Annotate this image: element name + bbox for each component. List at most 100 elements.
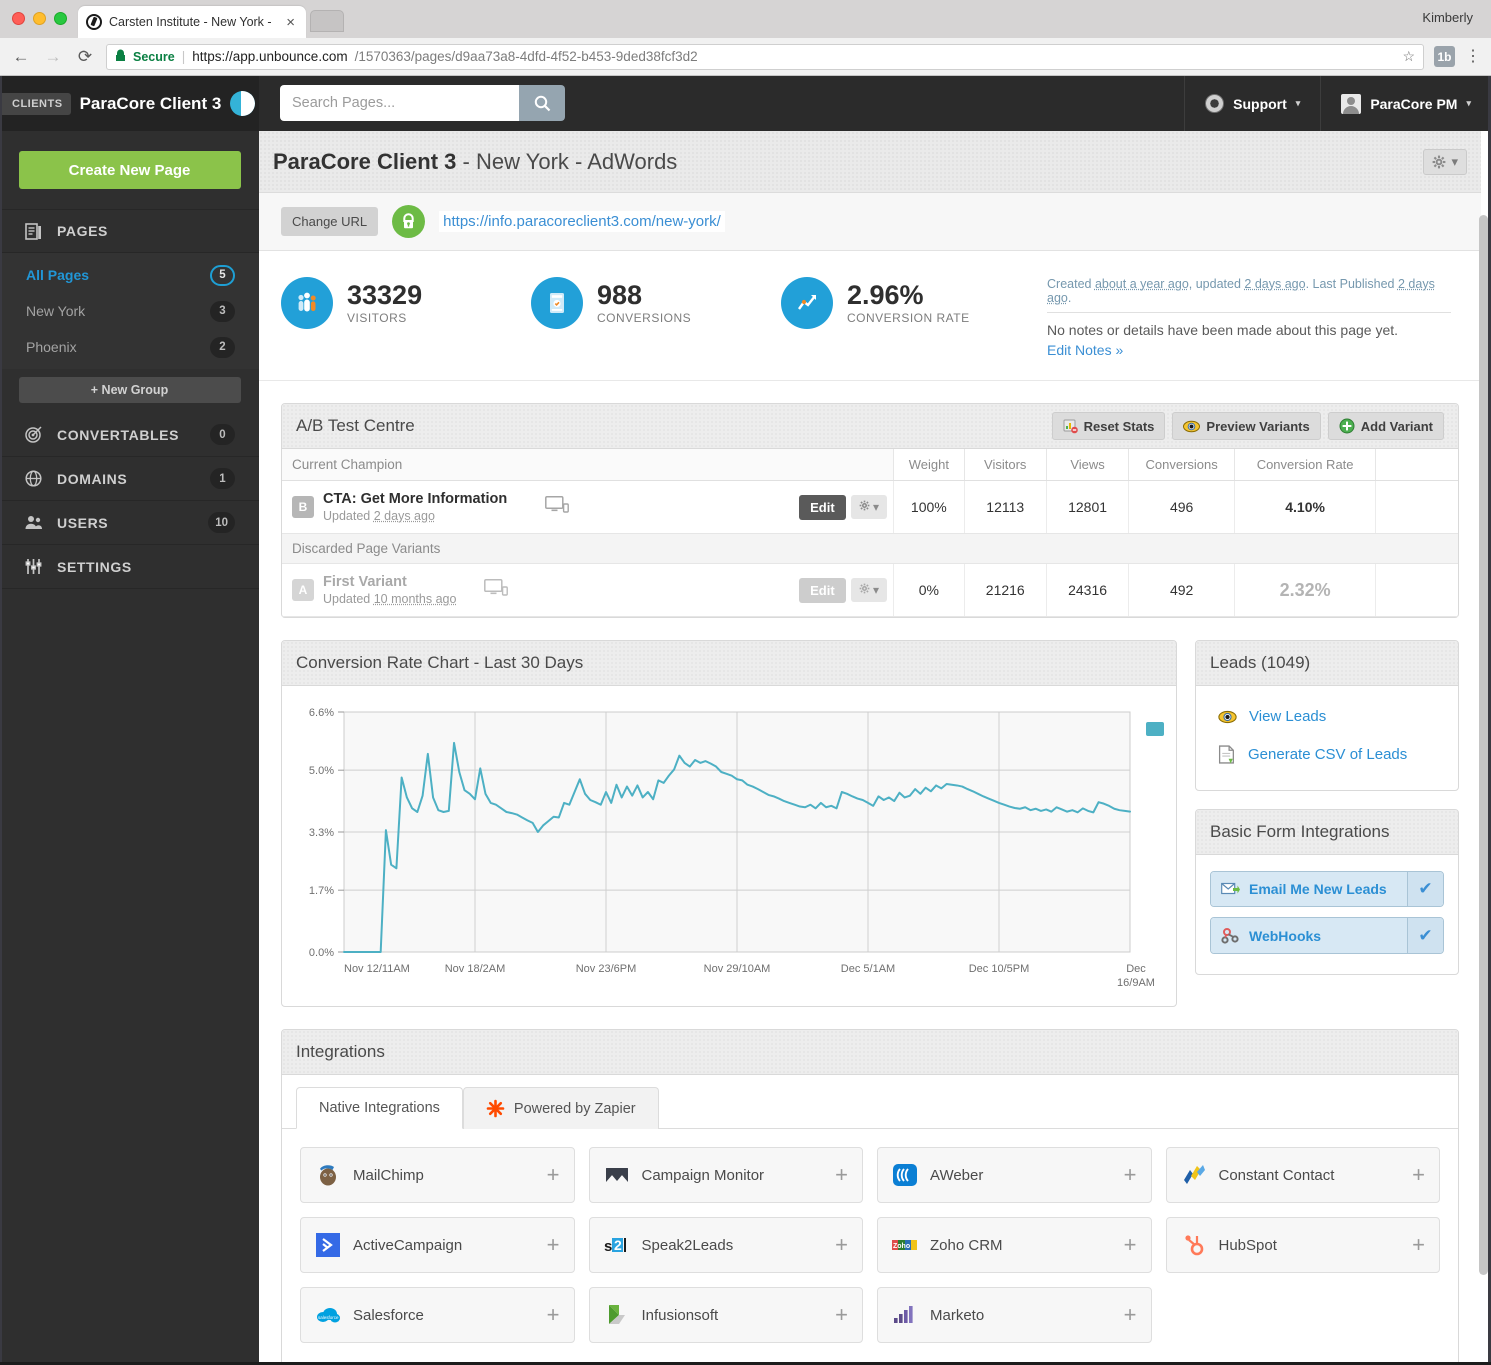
browser-menu-icon[interactable]: ⋮ <box>1465 49 1481 65</box>
integration-card-activecampaign[interactable]: ActiveCampaign + <box>300 1217 575 1273</box>
sidebar-item-pages[interactable]: PAGES <box>0 209 259 253</box>
infusionsoft-logo <box>604 1302 630 1328</box>
add-integration-icon[interactable]: + <box>835 1164 848 1186</box>
integration-name: Salesforce <box>353 1306 424 1324</box>
support-menu[interactable]: Support ▾ <box>1184 76 1320 131</box>
sidebar-item-users[interactable]: USERS 10 <box>0 501 259 545</box>
integration-card-speak2leads[interactable]: s2 Speak2Leads + <box>588 1217 863 1273</box>
add-integration-icon[interactable]: + <box>1124 1304 1137 1326</box>
extension-icon[interactable]: 1b <box>1434 46 1455 67</box>
page-url-link[interactable]: https://info.paracoreclient3.com/new-yor… <box>439 211 725 232</box>
back-icon[interactable]: ← <box>10 46 32 68</box>
page-settings-menu[interactable]: ▾ <box>1423 148 1467 175</box>
add-integration-icon[interactable]: + <box>547 1304 560 1326</box>
tab-native-integrations[interactable]: Native Integrations <box>296 1087 463 1129</box>
eye-icon <box>1218 710 1237 723</box>
close-icon[interactable]: × <box>283 15 298 30</box>
integration-card-aweber[interactable]: AWeber + <box>877 1147 1152 1203</box>
scrollbar-thumb[interactable] <box>1479 215 1488 1275</box>
globe-icon <box>24 469 43 488</box>
integration-card-marketo[interactable]: Marketo + <box>877 1287 1152 1343</box>
cell-views: 12801 <box>1045 480 1129 534</box>
add-variant-button[interactable]: Add Variant <box>1327 412 1444 440</box>
create-new-page-button[interactable]: Create New Page <box>18 151 241 189</box>
target-icon <box>24 425 43 444</box>
forward-icon[interactable]: → <box>42 46 64 68</box>
cell-conversions: 496 <box>1128 480 1235 534</box>
view-leads-link[interactable]: View Leads <box>1196 698 1458 735</box>
integration-card-mailchimp[interactable]: MailChimp + <box>300 1147 575 1203</box>
ab-table-body: B CTA: Get More Information Updated 2 da… <box>282 480 1458 617</box>
add-integration-icon[interactable]: + <box>1124 1234 1137 1256</box>
browser-address-bar[interactable]: Secure | https://app.unbounce.com/157036… <box>106 43 1424 70</box>
variant-name-inner: A First Variant Updated 10 months ago Ed… <box>292 574 888 606</box>
reload-icon[interactable]: ⟳ <box>74 46 96 68</box>
variant-updated-prefix: Updated <box>323 592 374 606</box>
svg-text:salesforce: salesforce <box>318 1315 339 1320</box>
sidebar-item-settings[interactable]: SETTINGS <box>0 545 259 589</box>
edit-variant-button[interactable]: Edit <box>799 577 846 603</box>
leads-title: Leads (1049) <box>1210 653 1311 672</box>
svg-text:s: s <box>604 1238 612 1255</box>
tab-powered-by-zapier[interactable]: Powered by Zapier <box>462 1087 659 1129</box>
integration-card-hubspot[interactable]: HubSpot + <box>1165 1217 1440 1273</box>
sidebar-item-convertables[interactable]: CONVERTABLES 0 <box>0 413 259 457</box>
add-integration-icon[interactable]: + <box>835 1234 848 1256</box>
sidebar-item-domains[interactable]: DOMAINS 1 <box>0 457 259 501</box>
zapier-icon <box>486 1099 505 1118</box>
tab-label: Native Integrations <box>319 1100 440 1116</box>
chart-header: Conversion Rate Chart - Last 30 Days <box>282 641 1176 686</box>
add-integration-icon[interactable]: + <box>547 1164 560 1186</box>
add-integration-icon[interactable]: + <box>835 1304 848 1326</box>
search-button[interactable] <box>519 85 565 121</box>
sliders-icon <box>24 557 43 576</box>
search-input[interactable] <box>280 85 519 121</box>
add-integration-icon[interactable]: + <box>1412 1164 1425 1186</box>
sidebar-subitem-new-york[interactable]: New York 3 <box>0 293 259 329</box>
variant-updated: Updated 10 months ago <box>323 592 456 606</box>
chart-body: 6.6% 5.0% 3.3% 1.7% 0.0% Nov 12/11AM Nov 18/2A… <box>282 686 1243 1006</box>
browser-tab-active[interactable]: Carsten Institute - New York - × <box>78 6 306 38</box>
add-integration-icon[interactable]: + <box>1412 1234 1425 1256</box>
webhook-icon <box>1221 928 1239 944</box>
integration-card-infusionsoft[interactable]: Infusionsoft + <box>588 1287 863 1343</box>
integration-card-campaign-monitor[interactable]: Campaign Monitor + <box>588 1147 863 1203</box>
table-row[interactable]: A First Variant Updated 10 months ago Ed… <box>282 563 1458 617</box>
edit-notes-link[interactable]: Edit Notes » <box>1047 342 1123 358</box>
browser-tab-inactive[interactable] <box>310 10 344 32</box>
variant-settings-button[interactable]: ▾ <box>850 495 888 519</box>
reset-stats-button[interactable]: Reset Stats <box>1051 412 1166 440</box>
sidebar-subitem-all-pages[interactable]: All Pages 5 <box>0 257 259 293</box>
sidebar-subitem-phoenix[interactable]: Phoenix 2 <box>0 329 259 365</box>
new-group-button[interactable]: + New Group <box>18 377 241 403</box>
account-menu[interactable]: ParaCore PM ▾ <box>1320 76 1491 131</box>
email-icon <box>1221 882 1240 894</box>
minimize-window-button[interactable] <box>33 12 46 25</box>
preview-variants-button[interactable]: Preview Variants <box>1172 412 1321 440</box>
chevron-down-icon: ▾ <box>1451 153 1458 169</box>
main-scrollbar[interactable] <box>1479 215 1488 1355</box>
add-integration-icon[interactable]: + <box>1124 1164 1137 1186</box>
svg-text:Nov 18/2AM: Nov 18/2AM <box>445 963 506 975</box>
close-window-button[interactable] <box>12 12 25 25</box>
browser-toolbar: ← → ⟳ Secure | https://app.unbounce.com /… <box>0 38 1491 76</box>
integration-card-constant-contact[interactable]: Constant Contact + <box>1165 1147 1440 1203</box>
change-url-button[interactable]: Change URL <box>281 207 379 236</box>
page-title-rest: - New York - AdWords <box>456 148 678 174</box>
integration-card-zoho-crm[interactable]: Zoho Zoho CRM + <box>877 1217 1152 1273</box>
published-suffix: . <box>1067 291 1072 305</box>
edit-variant-button[interactable]: Edit <box>799 494 846 520</box>
integration-card-salesforce[interactable]: salesforce Salesforce + <box>300 1287 575 1343</box>
bookmark-star-icon[interactable]: ☆ <box>1402 48 1415 65</box>
window-traffic-lights[interactable] <box>12 12 67 25</box>
add-integration-icon[interactable]: + <box>547 1234 560 1256</box>
table-row[interactable]: B CTA: Get More Information Updated 2 da… <box>282 480 1458 534</box>
variant-settings-button[interactable]: ▾ <box>850 578 888 602</box>
clients-chip-button[interactable]: CLIENTS <box>0 92 71 115</box>
generate-csv-link[interactable]: Generate CSV of Leads <box>1196 735 1458 774</box>
search-pages-container[interactable] <box>280 85 565 121</box>
integration-email-me-new-leads[interactable]: Email Me New Leads ✔ <box>1210 871 1444 907</box>
stat-value: 988 <box>597 279 643 310</box>
integration-webhooks[interactable]: WebHooks ✔ <box>1210 917 1444 954</box>
maximize-window-button[interactable] <box>54 12 67 25</box>
